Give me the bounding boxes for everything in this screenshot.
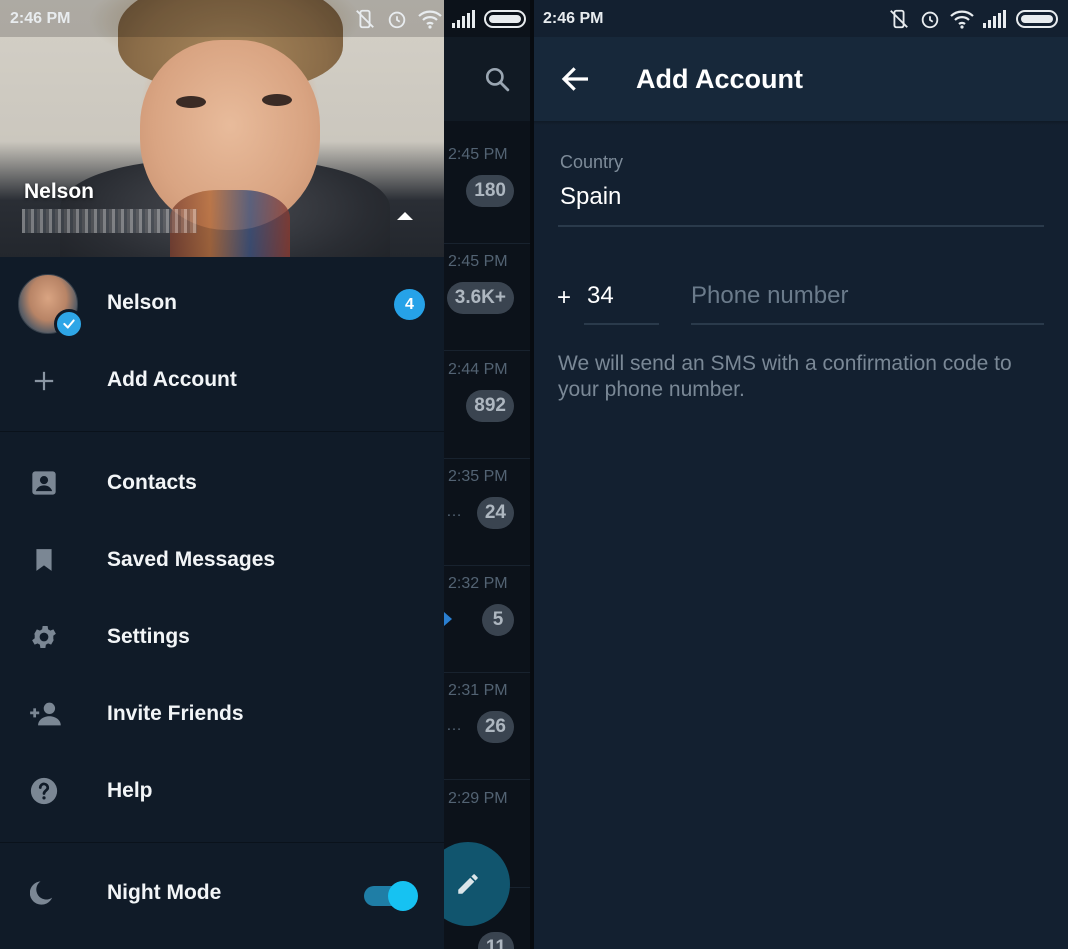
- message-preview: …: [446, 717, 462, 734]
- alarm-icon: [388, 11, 406, 29]
- menu-item-label: Settings: [107, 625, 190, 648]
- unread-badge: 5: [482, 604, 514, 636]
- chat-time: 2:32 PM: [448, 575, 508, 592]
- night-mode-toggle[interactable]: [364, 881, 420, 911]
- vibrate-off-icon: [356, 9, 374, 29]
- night-mode-row[interactable]: Night Mode: [0, 855, 444, 933]
- chat-time: 2:31 PM: [448, 682, 508, 699]
- menu-item-settings[interactable]: Settings: [0, 599, 444, 676]
- status-bar: 2:46 PM: [10, 0, 70, 37]
- sent-arrow-icon: [444, 612, 452, 626]
- app-bar-shadow: [534, 121, 1068, 125]
- menu-item-label: Help: [107, 779, 153, 802]
- country-label: Country: [560, 152, 624, 172]
- add-person-icon: [28, 698, 64, 730]
- back-arrow-icon[interactable]: [560, 63, 592, 95]
- message-preview: …: [446, 503, 462, 520]
- alarm-icon: [921, 11, 939, 29]
- phone-number-input[interactable]: [691, 278, 1044, 314]
- pencil-icon: [458, 874, 478, 894]
- bookmark-icon: [28, 544, 60, 576]
- account-name: Nelson: [107, 291, 178, 314]
- search-icon[interactable]: [484, 66, 510, 92]
- status-time: 2:46 PM: [543, 9, 604, 27]
- night-mode-label: Night Mode: [107, 881, 222, 904]
- unread-badge: 26: [476, 711, 514, 743]
- unread-badge: 24: [476, 497, 514, 529]
- chat-time: 2:45 PM: [448, 146, 508, 163]
- status-bar: 2:46 PM: [543, 0, 603, 37]
- moon-icon: [28, 877, 60, 909]
- chat-row[interactable]: 2:45 PM 3.6K+: [444, 244, 530, 351]
- navigation-drawer: 2:46 PM Nelson Nelson 4 Add Account Cont…: [0, 0, 444, 949]
- unread-badge: 11: [477, 932, 514, 949]
- divider: [0, 842, 444, 843]
- phone-number-underline: [691, 323, 1044, 325]
- header-phone-blurred: [22, 209, 197, 233]
- wifi-icon: [950, 10, 974, 29]
- chat-time: 2:45 PM: [448, 253, 508, 270]
- menu-item-saved-messages[interactable]: Saved Messages: [0, 522, 444, 599]
- menu-item-invite-friends[interactable]: Invite Friends: [0, 676, 444, 753]
- menu-item-label: Contacts: [107, 471, 197, 494]
- unread-badge: 892: [466, 390, 514, 422]
- chat-time: 2:29 PM: [448, 790, 508, 807]
- wifi-icon: [418, 10, 442, 29]
- menu-item-contacts[interactable]: Contacts: [0, 445, 444, 522]
- contacts-icon: [28, 467, 60, 499]
- country-code-underline: [584, 323, 659, 325]
- signal-icon: [983, 10, 1006, 28]
- add-account-item[interactable]: Add Account: [0, 350, 444, 412]
- country-code-field[interactable]: 34: [587, 282, 614, 310]
- check-icon: [54, 309, 84, 339]
- chat-row[interactable]: 2:31 PM … 26: [444, 673, 530, 780]
- country-underline: [558, 225, 1044, 227]
- unread-badge: 3.6K+: [446, 282, 514, 314]
- left-screen: 2:45 PM 180 2:45 PM 3.6K+ 2:44 PM 892 2:…: [0, 0, 530, 949]
- status-time: 2:46 PM: [10, 9, 71, 27]
- header-user-name: Nelson: [24, 180, 95, 203]
- menu-item-label: Invite Friends: [107, 702, 244, 725]
- unread-badge: 180: [466, 175, 514, 207]
- expand-accounts-icon[interactable]: [397, 212, 413, 220]
- status-icons-right: [452, 9, 528, 29]
- app-bar: Add Account: [534, 37, 1068, 121]
- right-screen: 2:46 PM Add Account Country Spain + 34 P…: [534, 0, 1068, 949]
- drawer-header-photo[interactable]: 2:46 PM Nelson: [0, 0, 444, 257]
- chat-row[interactable]: 2:35 PM … 24: [444, 459, 530, 566]
- divider: [0, 431, 444, 432]
- account-unread-badge: 4: [394, 289, 425, 320]
- battery-icon: [1016, 10, 1058, 28]
- help-icon: [28, 775, 60, 807]
- battery-icon: [484, 10, 526, 28]
- menu-item-label: Saved Messages: [107, 548, 276, 571]
- chat-time: 2:35 PM: [448, 468, 508, 485]
- status-icons: [354, 8, 442, 30]
- menu-item-help[interactable]: Help: [0, 753, 444, 830]
- add-account-label: Add Account: [107, 368, 237, 391]
- vibrate-off-icon: [890, 9, 908, 29]
- plus-sign: +: [557, 284, 572, 311]
- signal-icon: [452, 10, 475, 28]
- chat-time: 2:44 PM: [448, 361, 508, 378]
- sms-hint-text: We will send an SMS with a confirmation …: [558, 352, 1012, 401]
- plus-icon: [28, 365, 60, 397]
- account-row[interactable]: Nelson 4: [0, 257, 444, 350]
- chat-row[interactable]: 2:32 PM 5: [444, 566, 530, 673]
- page-title: Add Account: [636, 64, 803, 94]
- country-value: Spain: [560, 183, 622, 210]
- chat-row[interactable]: 2:45 PM 180: [444, 137, 530, 244]
- gear-icon: [28, 621, 60, 653]
- chat-row[interactable]: 2:44 PM 892: [444, 352, 530, 459]
- status-icons: [888, 8, 1060, 30]
